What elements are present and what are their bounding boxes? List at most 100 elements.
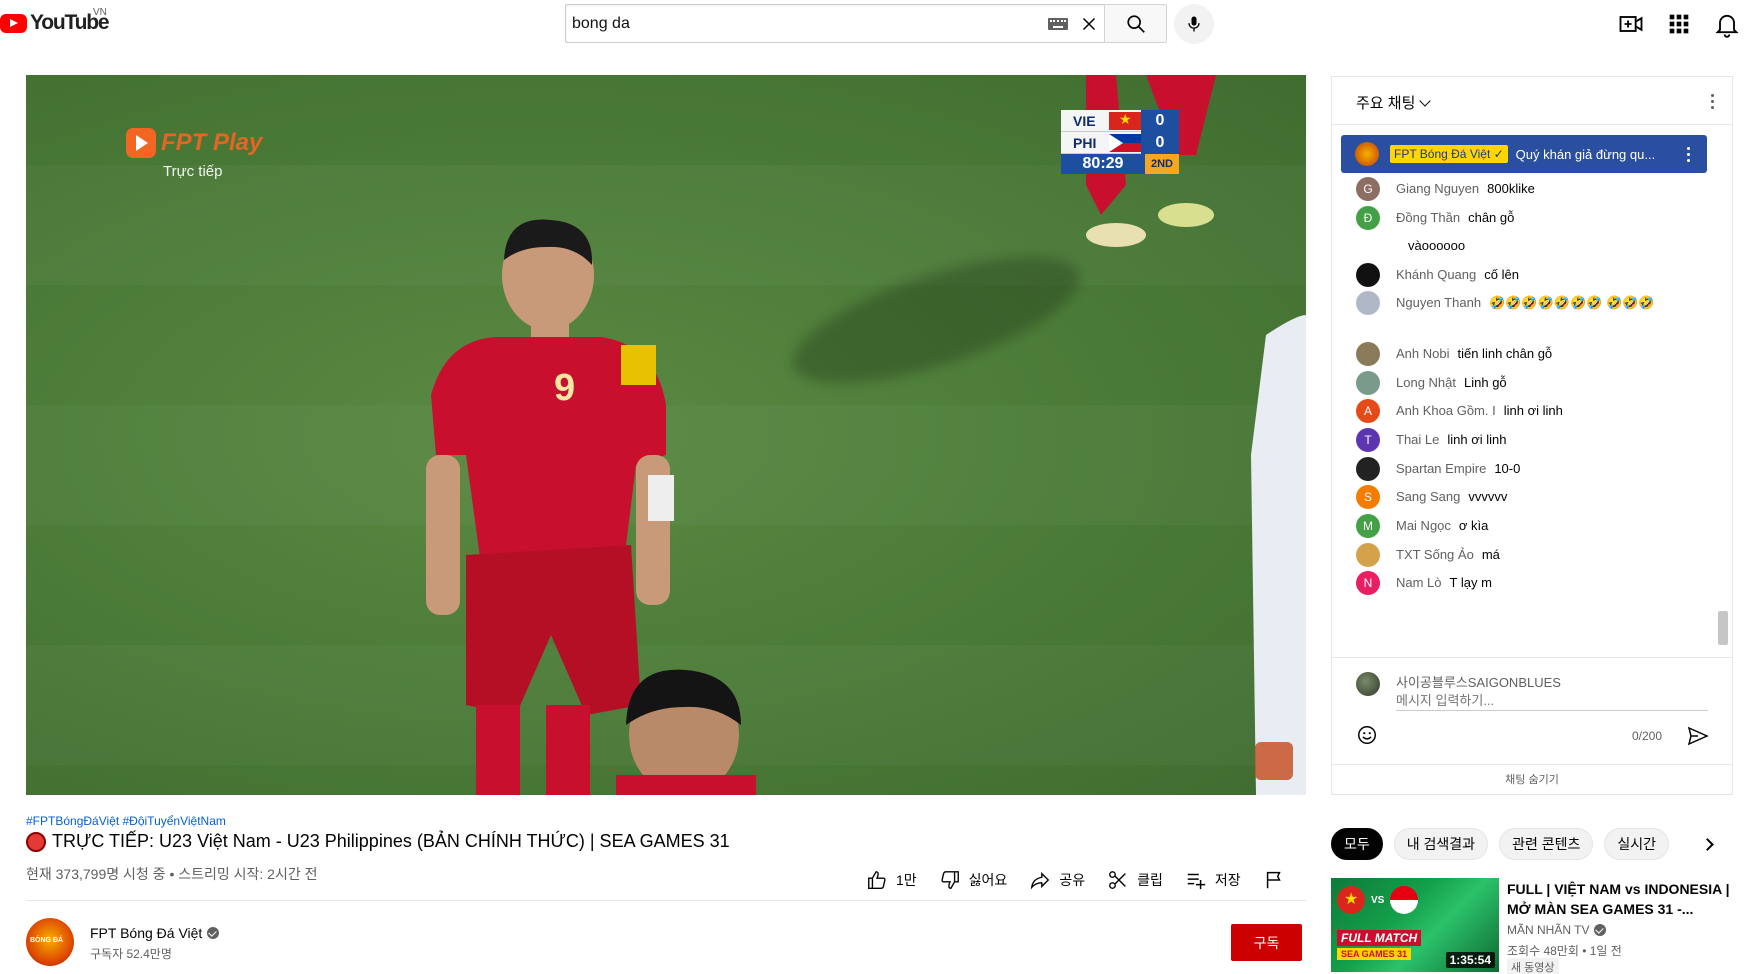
search-button[interactable] [1104,4,1167,43]
chat-message[interactable]: Long Nhật Linh gỗ [1356,371,1696,395]
chat-author: Mai Ngọc [1396,518,1451,533]
video-title-text: TRỰC TIẾP: U23 Việt Nam - U23 Philippine… [52,831,730,851]
chat-message[interactable]: Nguyen Thanh 🤣🤣🤣🤣🤣🤣🤣 🤣🤣🤣 [1356,291,1696,315]
emoji-icon[interactable] [1356,724,1378,746]
chat-message[interactable]: G Giang Nguyen 800klike [1356,177,1696,201]
verified-badge-icon [207,927,220,939]
new-video-badge: 새 동영상 [1507,958,1559,974]
search-icon [1127,15,1145,33]
scoreboard-clock-row: 80:29 2ND [1061,154,1179,174]
video-hashtags[interactable]: #FPTBóngĐáViệt #ĐộiTuyểnViệtNam [26,814,226,828]
chat-text: linh ơi linh [1503,403,1563,418]
youtube-logo[interactable]: YouTube VN [0,7,110,37]
chat-author: Nam Lò [1396,575,1442,590]
like-button[interactable]: 1만 [866,869,917,891]
chat-author: Spartan Empire [1396,461,1487,476]
youtube-play-icon [0,13,27,33]
vietnam-flag-icon [1337,886,1365,914]
chat-author: Đồng Thần [1396,210,1461,225]
chat-mode-label: 주요 채팅 [1356,95,1416,112]
apps-grid-icon[interactable] [1665,10,1693,38]
close-icon[interactable] [1078,13,1100,35]
mic-icon [1188,16,1200,32]
chat-scrollbar[interactable] [1718,611,1728,645]
chat-avatar: G [1356,177,1380,201]
filter-chip[interactable]: 관련 콘텐츠 [1499,828,1594,860]
chat-avatar [1356,234,1380,258]
chat-char-count: 0/200 [1632,729,1663,743]
recommended-video-thumbnail[interactable]: VS FULL MATCH SEA GAMES 31 1:35:54 [1331,878,1499,972]
create-video-icon[interactable] [1617,10,1645,38]
scoreboard: VIE 0 PHI 0 80:29 2ND [1061,109,1179,174]
chat-message[interactable]: TXT Sống Ảo má [1356,543,1696,567]
channel-watermark-icon[interactable] [1255,742,1293,780]
chat-message[interactable]: Spartan Empire 10-0 [1356,457,1696,481]
chevron-right-icon[interactable] [1700,835,1718,853]
chat-author: TXT Sống Ảo [1396,547,1474,562]
chat-message[interactable]: vàoooooo [1356,234,1696,258]
current-user-avatar [1356,672,1380,696]
chat-message[interactable]: T Thai Le linh ơi linh [1356,428,1696,452]
share-button[interactable]: 공유 [1029,869,1085,891]
live-chat-panel: 주요 채팅 FPT Bóng Đá Việt ✓ Quý khán giả đừ… [1331,76,1733,795]
channel-avatar[interactable] [26,918,74,966]
chat-message[interactable]: A Anh Khoa Gồm. I linh ơi linh [1356,399,1696,423]
chat-message[interactable]: S Sang Sang vvvvvv [1356,485,1696,509]
chat-message[interactable]: N Nam Lò T lạy m [1356,571,1696,595]
filter-chip[interactable]: 모두 [1331,828,1383,860]
chat-author: Sang Sang [1396,489,1461,504]
filter-chip[interactable]: 내 검색결과 [1393,828,1489,860]
search-input[interactable] [572,13,1012,35]
home-score: 0 [1141,109,1179,132]
scoreboard-home-row: VIE 0 [1061,109,1179,132]
recommended-meta: 조회수 48만회 • 1일 전 [1507,944,1622,958]
chat-message[interactable]: M Mai Ngọc ơ kìa [1356,514,1696,538]
chat-avatar: N [1356,571,1380,595]
chat-author: Long Nhật [1396,375,1456,390]
send-icon[interactable] [1686,724,1710,748]
chat-author: Anh Khoa Gồm. I [1396,403,1496,418]
pinned-message[interactable]: FPT Bóng Đá Việt ✓ Quý khán giả đừng qu.… [1341,135,1707,173]
chat-message-input[interactable] [1396,691,1708,711]
video-player[interactable]: 9 FPT Play Trực tiếp VIE 0 PHI 0 80:29 2… [26,75,1306,795]
thumbnail-flags: VS [1337,886,1419,914]
broadcaster-name: FPT Play [161,129,263,156]
subscribe-button[interactable]: 구독 [1231,924,1302,961]
thumbs-down-icon [941,871,959,889]
keyboard-icon[interactable] [1048,18,1068,30]
broadcaster-live-label: Trực tiếp [163,163,223,180]
chat-text: T lạy m [1449,575,1492,590]
hide-chat-button[interactable]: 채팅 숨기기 [1332,764,1732,794]
thumbnail-banner-sub: SEA GAMES 31 [1337,948,1412,960]
pinned-avatar [1355,142,1379,166]
channel-name-text: FPT Bóng Đá Việt [90,925,203,941]
chat-text: tiến linh chân gỗ [1457,346,1553,361]
chat-message[interactable]: Anh Nobi tiến linh chân gỗ [1356,342,1696,366]
chat-message[interactable]: Đ Đồng Thần chân gỗ [1356,206,1696,230]
report-button[interactable] [1263,869,1293,891]
chat-author: Giang Nguyen [1396,181,1480,196]
dislike-button[interactable]: 싫어요 [939,869,1007,891]
flag-icon [1266,871,1281,889]
video-view-info: 현재 373,799명 시청 중 • 스트리밍 시작: 2시간 전 [26,866,318,882]
chat-mode-dropdown[interactable]: 주요 채팅 [1356,92,1432,113]
search-box [565,4,1105,43]
chat-avatar [1356,342,1380,366]
save-button[interactable]: 저장 [1185,869,1241,891]
chat-message[interactable]: Khánh Quang cố lên [1356,263,1696,287]
thumbnail-vs: VS [1371,894,1385,906]
pinned-more-options-icon[interactable] [1681,145,1697,163]
clip-button[interactable]: 클립 [1107,869,1163,891]
recommended-video-title[interactable]: FULL | VIỆT NAM vs INDONESIA | MỞ MÀN SE… [1507,879,1732,919]
filter-chip[interactable]: 실시간 [1604,828,1669,860]
voice-search-button[interactable] [1174,4,1214,44]
recommended-channel[interactable]: MÃN NHÃN TV [1507,923,1607,937]
chat-more-options-icon[interactable] [1702,91,1722,111]
video-actions: 1만 싫어요 공유 클립 저장 [866,868,1315,892]
chat-text: 10-0 [1494,461,1521,476]
thumbnail-banner: FULL MATCH [1337,930,1422,946]
chat-author: Thai Le [1396,432,1440,447]
like-count: 1만 [896,872,917,888]
channel-name[interactable]: FPT Bóng Đá Việt [90,925,220,941]
notifications-bell-icon[interactable] [1713,10,1741,38]
